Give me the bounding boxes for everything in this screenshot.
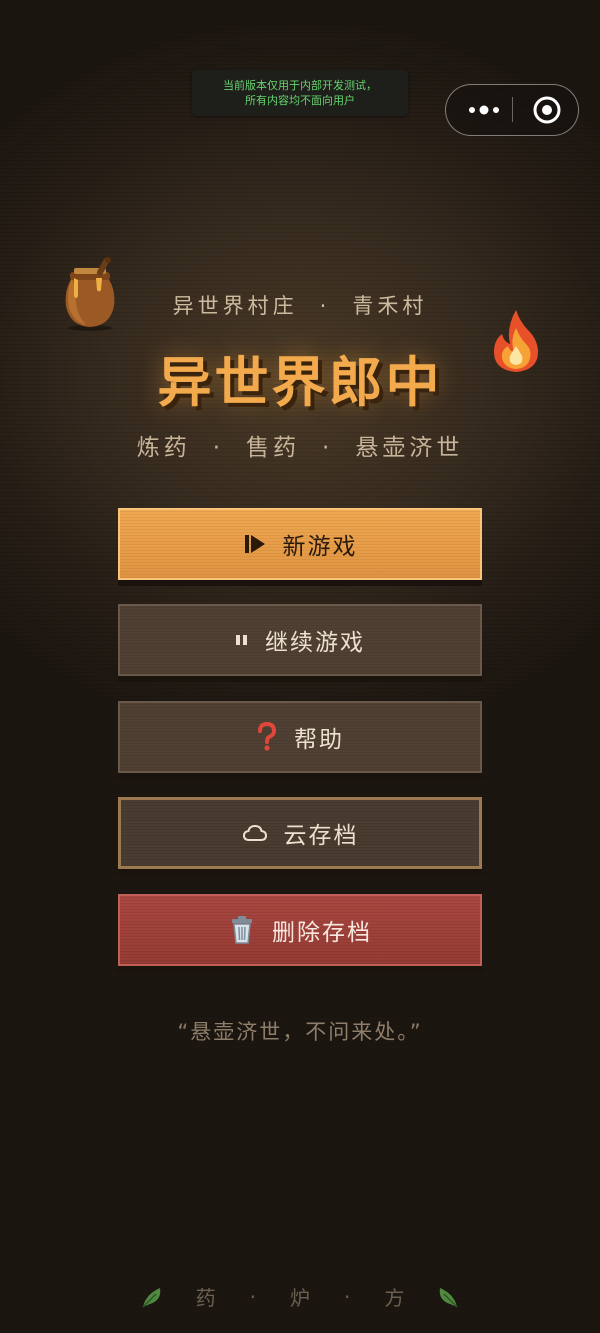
dev-notice-banner: 当前版本仅用于内部开发测试， 所有内容均不面向用户 xyxy=(192,70,408,116)
village-subtitle: 异世界村庄 · 青禾村 xyxy=(0,290,600,320)
motto-quote: “悬壶济世，不问来处。” xyxy=(177,1020,423,1044)
help-label: 帮助 xyxy=(294,727,344,753)
footer-item: 药 xyxy=(195,1286,216,1310)
herb-leaf-icon xyxy=(434,1284,460,1310)
pause-icon xyxy=(235,633,249,647)
tagline-item: 炼药 xyxy=(136,435,191,461)
tagline-separator: · xyxy=(212,435,224,461)
footer-item: 炉 xyxy=(290,1286,310,1310)
herb-leaf-icon xyxy=(140,1284,166,1310)
more-dots-icon xyxy=(469,105,499,114)
close-button[interactable] xyxy=(522,85,572,134)
game-title: 异世界郎中 xyxy=(157,351,443,414)
delete-save-button[interactable]: 删除存档 xyxy=(118,894,482,966)
subtitle-separator: · xyxy=(319,294,331,318)
target-circle-icon xyxy=(533,96,561,123)
footer-decor: 药 · 炉 · 方 xyxy=(0,1282,600,1311)
capsule-divider xyxy=(512,97,513,122)
delete-save-label: 删除存档 xyxy=(272,920,372,946)
more-button[interactable] xyxy=(456,85,512,134)
footer-separator: · xyxy=(249,1284,256,1309)
continue-game-button[interactable]: 继续游戏 xyxy=(118,604,482,676)
new-game-button[interactable]: 新游戏 xyxy=(118,508,482,580)
new-game-label: 新游戏 xyxy=(282,534,358,560)
dev-notice-line1: 当前版本仅用于内部开发测试， xyxy=(223,79,377,92)
cloud-save-label: 云存档 xyxy=(283,823,359,849)
dev-notice-line2: 所有内容均不面向用户 xyxy=(245,94,355,107)
cloud-save-button[interactable]: 云存档 xyxy=(118,797,482,869)
tagline-item: 售药 xyxy=(246,435,300,461)
tagline-item: 悬壶济世 xyxy=(355,435,464,461)
subtitle-world: 异世界村庄 xyxy=(172,294,298,318)
cloud-icon xyxy=(242,823,268,843)
help-button[interactable]: 帮助 xyxy=(118,701,482,773)
tagline: 炼药 · 售药 · 悬壶济世 xyxy=(0,428,600,462)
miniprogram-capsule xyxy=(445,84,579,136)
continue-game-label: 继续游戏 xyxy=(265,630,365,656)
play-icon xyxy=(243,533,267,555)
tagline-separator: · xyxy=(322,435,334,461)
subtitle-village: 青禾村 xyxy=(352,294,428,318)
question-icon xyxy=(256,722,278,752)
footer-separator: · xyxy=(344,1284,351,1309)
footer-item: 方 xyxy=(384,1286,405,1310)
trash-icon xyxy=(228,915,256,945)
